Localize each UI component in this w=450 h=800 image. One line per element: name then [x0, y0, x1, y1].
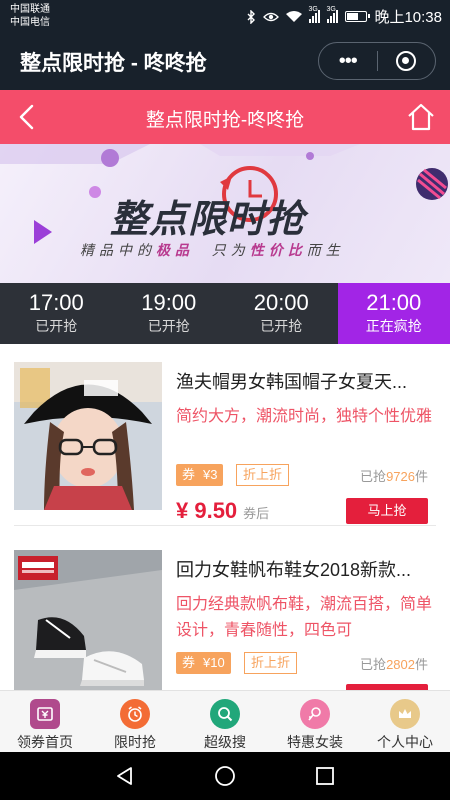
coupon-value: ¥3 [203, 467, 218, 482]
sold-count: 已抢9726件 [360, 466, 428, 485]
price-value: ¥ 9.50 [176, 498, 238, 523]
clock: 晚上10:38 [374, 9, 442, 26]
signal-icon-1: 3G [308, 6, 321, 23]
promo-banner: 整点限时抢 精品中的极品 只为性价比而生 [0, 144, 450, 283]
more-button[interactable]: ••• [319, 42, 377, 80]
nav-label: 特惠女装 [287, 734, 343, 750]
product-card[interactable]: 渔夫帽男女韩国帽子女夏天... 简约大方，潮流时尚，独特个性优雅 券 ¥3 折上折… [0, 344, 450, 532]
sold-suffix: 件 [414, 657, 428, 672]
recents-square-icon[interactable] [315, 766, 335, 786]
banner-subtitle-part-2: 只为 [211, 242, 250, 258]
system-navigation-bar [0, 752, 450, 800]
tab-time: 20:00 [253, 290, 309, 315]
coupon-badge: 券 ¥10 [176, 652, 231, 674]
coupon-value: ¥10 [203, 655, 225, 670]
nav-profile[interactable]: 个人中心 [360, 691, 450, 752]
nav-coupon-home[interactable]: 领券首页 [0, 691, 90, 752]
capsule-menu: ••• [318, 42, 436, 80]
status-icons: 3G 3G 晚上10:38 [247, 6, 442, 27]
home-circle-icon[interactable] [214, 765, 236, 787]
signal-icon-2: 3G [326, 6, 339, 23]
banner-subtitle-part-3: 而生 [306, 242, 345, 258]
tab-status: 已开抢 [147, 318, 190, 334]
price-note: 券后 [243, 506, 270, 521]
tab-status: 正在疯抢 [365, 318, 422, 334]
tab-time: 21:00 [366, 290, 422, 315]
product-image[interactable] [14, 550, 162, 690]
tab-status: 已开抢 [35, 318, 78, 334]
product-title[interactable]: 渔夫帽男女韩国帽子女夏天... [176, 368, 432, 394]
alarm-clock-icon [120, 699, 150, 729]
coupon-label: 券 [182, 655, 196, 670]
banner-subtitle: 精品中的极品 只为性价比而生 [80, 240, 345, 260]
tab-2100[interactable]: 21:00 正在疯抢 [337, 283, 450, 344]
product-list: 渔夫帽男女韩国帽子女夏天... 简约大方，潮流时尚，独特个性优雅 券 ¥3 折上折… [0, 344, 450, 690]
divider [14, 525, 436, 526]
sold-count: 已抢2802件 [360, 654, 428, 673]
nav-super-search[interactable]: 超级搜 [180, 691, 270, 752]
search-icon [210, 699, 240, 729]
wifi-icon [286, 10, 303, 22]
nav-label: 超级搜 [204, 734, 246, 750]
eye-icon [263, 12, 280, 21]
bottom-navigation: 领券首页 限时抢 超级搜 特惠女装 个人中心 [0, 690, 450, 752]
tab-1900[interactable]: 19:00 已开抢 [113, 283, 226, 344]
tab-status: 已开抢 [260, 318, 303, 334]
coupon-icon [30, 699, 60, 729]
sold-number: 9726 [386, 469, 415, 484]
carrier-info: 中国联通 中国电信 [10, 3, 50, 29]
product-title[interactable]: 回力女鞋帆布鞋女2018新款... [176, 556, 432, 582]
status-bar: 中国联通 中国电信 3G 3G 晚上10:38 [0, 0, 450, 32]
back-triangle-icon[interactable] [115, 766, 135, 786]
sold-prefix: 已抢 [360, 469, 387, 484]
product-price: ¥ 9.50 券后 [176, 498, 269, 524]
time-slot-tabs: 17:00 已开抢 19:00 已开抢 20:00 已开抢 21:00 正在疯抢 [0, 283, 450, 344]
tab-1700[interactable]: 17:00 已开抢 [0, 283, 113, 344]
banner-subtitle-part-1: 精品中的 [80, 242, 156, 258]
network-tag-2: 3G [326, 6, 336, 13]
nav-label: 个人中心 [377, 734, 433, 750]
sold-prefix: 已抢 [360, 657, 387, 672]
close-mini-program-button[interactable] [377, 51, 435, 71]
product-card[interactable]: 回力女鞋帆布鞋女2018新款... 回力经典款帆布鞋，潮流百搭，简单设计，青春随… [0, 532, 450, 690]
target-icon [396, 51, 417, 71]
network-tag-1: 3G [308, 6, 318, 13]
product-description: 简约大方，潮流时尚，独特个性优雅 [176, 408, 433, 425]
banner-subtitle-highlight-1: 极品 [156, 242, 194, 258]
carrier-1: 中国联通 [10, 4, 50, 15]
buy-now-button[interactable]: 马上抢 [346, 498, 428, 524]
discount-tag: 折上折 [244, 652, 298, 674]
banner-subtitle-highlight-2: 性价比 [249, 242, 307, 258]
product-image[interactable] [14, 362, 162, 510]
carrier-2: 中国电信 [10, 17, 50, 28]
sold-number: 2802 [386, 657, 415, 672]
tab-time: 17:00 [28, 290, 84, 315]
home-icon[interactable] [406, 102, 436, 132]
product-description: 回力经典款帆布鞋，潮流百搭，简单设计，青春随性，四色可 [176, 596, 433, 639]
battery-icon [345, 11, 371, 22]
crown-icon [390, 699, 420, 729]
page-title: 整点限时抢-咚咚抢 [145, 110, 305, 131]
mini-program-bar: 整点限时抢 - 咚咚抢 ••• [0, 32, 450, 90]
tab-2000[interactable]: 20:00 已开抢 [225, 283, 338, 344]
page-header: 整点限时抢-咚咚抢 [0, 90, 450, 144]
coupon-badge: 券 ¥3 [176, 464, 224, 486]
dress-icon [300, 699, 330, 729]
mini-program-title: 整点限时抢 - 咚咚抢 [20, 52, 207, 75]
coupon-label: 券 [182, 467, 196, 482]
nav-label: 领券首页 [17, 734, 73, 750]
nav-flash-sale[interactable]: 限时抢 [90, 691, 180, 752]
banner-title: 整点限时抢 [110, 199, 306, 241]
nav-label: 限时抢 [114, 734, 156, 750]
tab-time: 19:00 [141, 290, 197, 315]
bluetooth-icon [247, 9, 256, 24]
sold-suffix: 件 [414, 469, 428, 484]
discount-tag: 折上折 [236, 464, 290, 486]
nav-womens-deals[interactable]: 特惠女装 [270, 691, 360, 752]
